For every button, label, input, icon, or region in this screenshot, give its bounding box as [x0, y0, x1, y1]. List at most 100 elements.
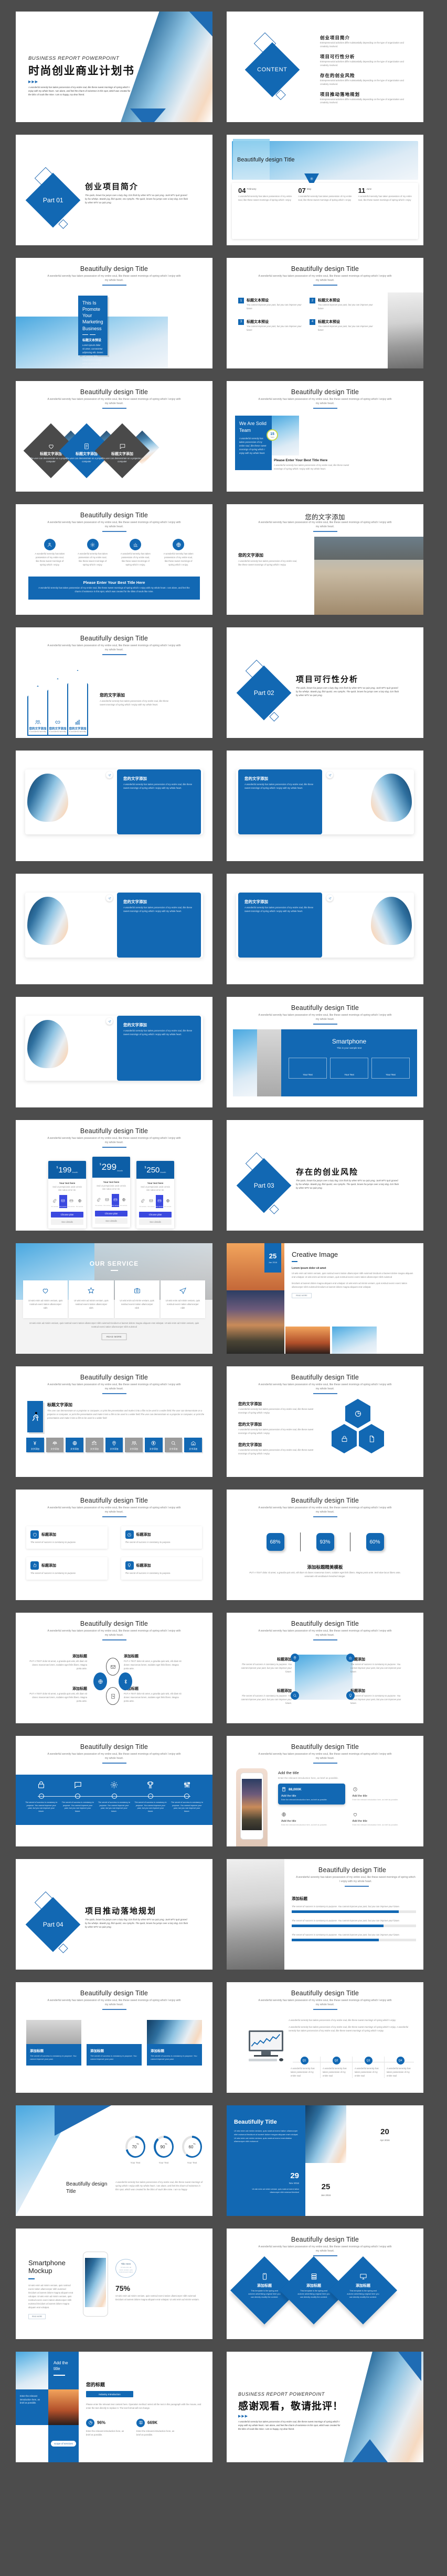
band-icon-item[interactable]: A wonderful serenity has taken possessio… — [120, 539, 151, 567]
bluecard-knob[interactable] — [326, 895, 333, 901]
walker-chip[interactable]: 文字添加 — [66, 1438, 84, 1452]
slide-thumbnail[interactable]: 25 Jan 2016 Creative Image Lorem ipsum d… — [227, 1243, 423, 1354]
circle4-item[interactable]: 添加标题 PUT A TEXT dolor sit amet, a gravid… — [28, 1686, 87, 1703]
slide-thumbnail[interactable]: 您的文字添加 A wonderful serenity has taken po… — [16, 751, 212, 861]
slide-thumbnail[interactable]: Part 02 项目可行性分析 The quick, brown fox jum… — [227, 627, 423, 738]
slide-thumbnail[interactable]: 您的文字添加 A wonderful serenity has taken po… — [16, 874, 212, 984]
smartphone-cell[interactable]: Your Text — [289, 1058, 327, 1079]
walker-chip[interactable]: 文字添加 — [46, 1438, 64, 1452]
slide-thumbnail[interactable]: Beautifully design Title A wonderful sere… — [16, 258, 212, 368]
pricing-cta[interactable]: Choose plan — [139, 1212, 172, 1218]
mosaic-card-25[interactable]: 25 Jan 2016 — [305, 2163, 346, 2216]
phonegrid-item[interactable]: 88,000K Add the title Enter the relevant… — [278, 1784, 345, 1805]
slide-thumbnail[interactable]: Beautifully design Title A wonderful sere… — [16, 504, 212, 615]
pricing-feature[interactable]: Pen access — [164, 1195, 172, 1208]
walker-chip[interactable]: 文字添加 — [125, 1438, 143, 1452]
band-icon-item[interactable]: A wonderful serenity has taken possessio… — [77, 539, 109, 567]
scope-stat[interactable]: 669K Enter the relevant introduction her… — [136, 2418, 175, 2437]
bluecard-knob[interactable] — [106, 895, 113, 901]
circle4-node-left[interactable] — [93, 1672, 107, 1690]
pricing-feature[interactable]: Pen access — [103, 1194, 111, 1207]
photocard[interactable]: 添加标题 The secret of success is constancy … — [87, 2020, 142, 2066]
phonegrid-item[interactable]: Add the title Enter the relevant introdu… — [278, 1809, 345, 1830]
pricing-alt[interactable]: See details — [95, 1218, 127, 1224]
pricing-card[interactable]: $ 250 /month Your text here Sed ut persp… — [136, 1161, 174, 1229]
service-card[interactable]: Ut wisi enim ad minim veniam, quis nostr… — [23, 1280, 68, 1318]
pricing-feature[interactable]: Pen access — [120, 1194, 127, 1207]
monitor-step[interactable]: Q3 A wonderful serenity has taken posses… — [352, 2057, 384, 2078]
slide-thumbnail[interactable]: Smartphone Mockup Ut wisi enim ad minim … — [16, 2229, 212, 2339]
phonegrid-item[interactable]: Add the title Enter the relevant introdu… — [349, 1784, 417, 1805]
bluecard-knob[interactable] — [106, 1018, 113, 1025]
slide-thumbnail[interactable]: Beautifully design Title 04 February A w… — [227, 135, 423, 245]
timeline-item[interactable]: 07 May A wonderful serenity has taken po… — [295, 187, 355, 239]
hexagon[interactable] — [359, 1424, 384, 1453]
slide-thumbnail[interactable]: Part 03 存在的创业风险 The quick, brown fox jum… — [227, 1120, 423, 1231]
monitor-step[interactable]: Q2 A wonderful serenity has taken posses… — [320, 2057, 352, 2078]
slide-thumbnail[interactable]: Beautifully design Title A wonderful sere… — [227, 997, 423, 1107]
corners-item[interactable]: 标题添加 The secret of success is constancy … — [238, 1657, 292, 1674]
mosaic-card-20[interactable]: 20 Apr 2016 — [346, 2105, 423, 2163]
hexagon[interactable] — [332, 1424, 357, 1453]
pricing-alt[interactable]: See details — [51, 1219, 83, 1225]
smartphone-cell[interactable]: Your Text — [371, 1058, 410, 1079]
corners-item[interactable]: 标题添加 The secret of success is constancy … — [350, 1657, 404, 1674]
scope-tag[interactable]: scope of services — [51, 2441, 76, 2447]
content-item[interactable]: 创业项目简介 Entrepreneurial activities differ… — [320, 35, 410, 49]
scope-pill[interactable]: Industry Introduction — [86, 2391, 133, 2397]
corners-item[interactable]: 标题添加 The secret of success is constancy … — [350, 1688, 404, 1705]
bluecard-panel[interactable]: 您的文字添加 A wonderful serenity has taken po… — [238, 893, 322, 958]
ring-item[interactable]: 60% Your Text — [180, 2136, 204, 2165]
slide-thumbnail[interactable]: Beautifully design Title A wonderful sere… — [16, 1120, 212, 1231]
slide-thumbnail[interactable]: Beautifully design Title A wonderful sere… — [227, 1490, 423, 1600]
pricing-feature[interactable]: Pen access — [59, 1195, 67, 1209]
slide-thumbnail[interactable]: 您的文字添加 A wonderful serenity has taken po… — [227, 874, 423, 984]
slide-thumbnail[interactable]: BUSINESS REPORT POWERPOINT 感谢观看，敬请批评！ ▶▶… — [227, 2352, 423, 2462]
slide-thumbnail[interactable]: Beautifully design Title A wonderful sere… — [16, 1736, 212, 1846]
slide-thumbnail[interactable]: Beautifully design Title A wonderful sere… — [16, 1982, 212, 2093]
mockup-button[interactable]: READ MORE — [28, 2313, 46, 2319]
slide-thumbnail[interactable]: 70% Your Text 90% Your Text 60% Your Tex… — [16, 2105, 212, 2216]
photocard[interactable]: 添加标题 The secret of success is constancy … — [147, 2020, 202, 2066]
circle4-item[interactable]: 添加标题 PUT A TEXT dolor sit amet, a gravid… — [124, 1686, 183, 1703]
walker-chip[interactable]: 文字添加 — [86, 1438, 103, 1452]
slide-thumbnail[interactable]: Beautifully design Title A wonderful sere… — [16, 1366, 212, 1477]
circle4-node-bottom[interactable] — [106, 1687, 120, 1705]
corners-item[interactable]: 标题添加 The secret of success is constancy … — [238, 1688, 292, 1705]
creative-thumb[interactable] — [332, 1327, 377, 1354]
hex-item[interactable]: 您的文字添加 A wonderful serenity has taken po… — [238, 1442, 317, 1456]
card4-item[interactable]: 标题添加 The secret of success is constancy … — [121, 1557, 202, 1580]
slide-thumbnail[interactable]: Beautifully design Title A wonderful sere… — [227, 258, 423, 368]
pricing-feature[interactable]: Pen access — [155, 1195, 164, 1209]
numbered-item[interactable]: 4 标题文本预设 You cannot improve your past, b… — [310, 319, 374, 332]
slide-thumbnail[interactable]: Beautifully design Title A wonderful sere… — [227, 1366, 423, 1477]
numbered-item[interactable]: 3 标题文本预设 You cannot improve your past, b… — [238, 319, 302, 332]
content-item[interactable]: 存在的创业风险 Entrepreneurial activities diffe… — [320, 72, 410, 86]
timeline-item[interactable]: 04 February A wonderful serenity has tak… — [235, 187, 295, 239]
slide-thumbnail[interactable]: Beautifully design Title A wonderful sere… — [16, 381, 212, 492]
progress-row[interactable]: The secret of success is constancy to pu… — [292, 1905, 416, 1913]
phonegrid-item[interactable]: Add the title Enter the relevant introdu… — [349, 1809, 417, 1830]
scope-stat[interactable]: 96% Enter the relevant introduction here… — [86, 2418, 125, 2437]
timeline-item[interactable]: 11 June A wonderful serenity has taken p… — [355, 187, 415, 239]
pricing-feature[interactable]: Pen access — [147, 1195, 155, 1208]
slide-thumbnail[interactable]: OUR SERVICE Ut wisi enim ad minim veniam… — [16, 1243, 212, 1354]
pricing-feature[interactable]: Pen access — [51, 1195, 59, 1208]
pricing-feature[interactable]: Pen access — [68, 1195, 76, 1208]
pct-tile[interactable]: 60% — [366, 1533, 384, 1551]
pricing-alt[interactable]: See details — [139, 1219, 172, 1225]
hex-item[interactable]: 您的文字添加 A wonderful serenity has taken po… — [238, 1401, 317, 1415]
progress-row[interactable]: The secret of success is constancy to pu… — [292, 1933, 416, 1941]
walker-chip[interactable]: 文字添加 — [105, 1438, 123, 1452]
ring-item[interactable]: 70% Your Text — [123, 2136, 147, 2165]
numbered-item[interactable]: 1 标题文本预设 You cannot improve your past, b… — [238, 298, 302, 311]
progress-row[interactable]: The secret of success is constancy to pu… — [292, 1919, 416, 1927]
walker-chip[interactable]: 文字添加 — [164, 1438, 183, 1452]
hexagon[interactable] — [345, 1399, 370, 1428]
creative-thumb[interactable] — [379, 1327, 423, 1354]
slide-thumbnail[interactable]: Beautifully design Title A wonderful sere… — [227, 381, 423, 492]
card4-item[interactable]: 标题添加 The secret of success is constancy … — [121, 1526, 202, 1549]
slide-thumbnail[interactable]: BUSINESS REPORT POWERPOINT 时尚创业商业计划书 ▶▶▶… — [16, 12, 212, 122]
slide-thumbnail[interactable]: Add the title Enter the relevant introdu… — [16, 2352, 212, 2462]
photocard[interactable]: 添加标题 The secret of success is constancy … — [26, 2020, 81, 2066]
